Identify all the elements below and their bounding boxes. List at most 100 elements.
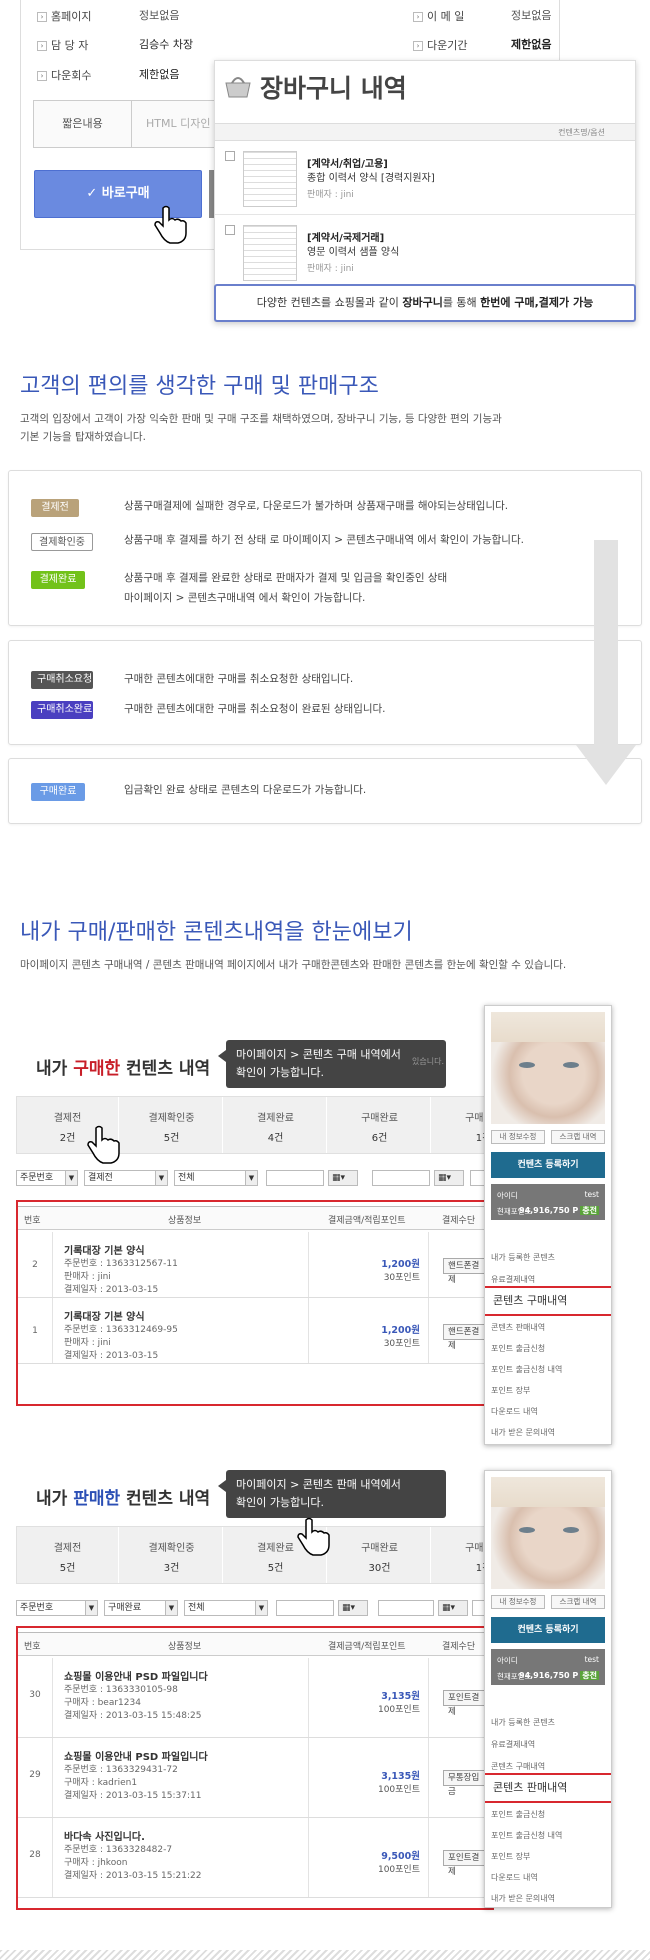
calendar-icon[interactable]: ▦▾ [434, 1170, 464, 1186]
payment-status-box: 결제전 상품구매결제에 실패한 경우로, 다운로드가 불가하며 상품재구매를 해… [8, 470, 642, 626]
purchase-table: 번호 상품정보 결제금액/적립포인트 결제수단 2 기록대장 기본 양식 주문번… [16, 1200, 494, 1406]
cart-item-category: [계약서/국제거래] [307, 233, 385, 244]
register-content-button[interactable]: 컨텐츠 등록하기 [491, 1152, 605, 1178]
profile-photo [491, 1012, 605, 1124]
table-row[interactable]: 30 쇼핑몰 이용안내 PSD 파일입니다 주문번호 : 1363330105-… [18, 1658, 492, 1738]
sidebar-menu-item[interactable]: 유료결제내역 [491, 1739, 535, 1750]
status-badge: 구매취소요청 [31, 671, 93, 689]
status-badge: 결제전 [31, 499, 79, 517]
hand-cursor-icon [154, 205, 187, 244]
sidebar-menu-item[interactable]: 포인트 장부 [491, 1385, 530, 1396]
bullet-icon: › [413, 12, 423, 22]
date-to-input[interactable] [378, 1600, 434, 1616]
scrap-button[interactable]: 스크랩 내역 [551, 1595, 605, 1609]
status-badge: 구매취소완료 [31, 701, 93, 719]
chevron-down-icon: ▼ [65, 1171, 77, 1185]
panel-title: 내가 판매한 컨텐츠 내역 [36, 1489, 211, 1509]
stat-confirming[interactable]: 결제확인중 3건 [121, 1527, 223, 1583]
mypage-sidebar: 내 정보수정 스크랩 내역 컨텐츠 등록하기 아이디 test 현재포인트 94,9… [484, 1005, 612, 1445]
homepage-label: › 홈페이지 [37, 8, 91, 24]
flow-arrow-head [576, 745, 636, 785]
table-row[interactable]: 2 기록대장 기본 양식 주문번호 : 1363312567-11 판매자 : … [18, 1232, 492, 1298]
stat-paid[interactable]: 결제완료 4건 [225, 1097, 327, 1153]
type-select[interactable]: 전체 ▼ [174, 1170, 258, 1186]
chevron-down-icon: ▼ [255, 1601, 267, 1615]
sidebar-menu-item[interactable]: 내가 등록한 콘텐츠 [491, 1252, 555, 1263]
order-no-select[interactable]: 주문번호 ▼ [16, 1600, 98, 1616]
charge-button[interactable]: 충전 [580, 1206, 599, 1215]
stat-purchase-complete[interactable]: 구매완료 6건 [329, 1097, 431, 1153]
cart-item-seller: 판매자 : jini [307, 190, 354, 200]
section-desc-line1: 고객의 입장에서 고객이 가장 익숙한 판매 및 구매 구조를 채택하였으며, … [20, 413, 502, 425]
table-header: 번호 상품정보 결제금액/적립포인트 결제수단 [18, 1206, 492, 1230]
sidebar-menu-item-sales[interactable]: 콘텐츠 판매내역 [485, 1773, 611, 1803]
status-desc: 입금확인 완료 상태로 콘텐츠의 다운로드가 가능합니다. [124, 784, 367, 796]
cart-item-seller: 판매자 : jini [307, 264, 354, 274]
table-row[interactable]: 28 바다속 사진입니다. 주문번호 : 1363328482-7 구매자 : … [18, 1818, 492, 1898]
email-value: 정보없음 [511, 9, 552, 22]
cart-item-checkbox[interactable] [225, 151, 235, 161]
order-no-select[interactable]: 주문번호 ▼ [16, 1170, 78, 1186]
email-label: › 이 메 일 [413, 8, 464, 24]
sidebar-menu-item[interactable]: 포인트 장부 [491, 1851, 530, 1862]
cart-item-checkbox[interactable] [225, 225, 235, 235]
edit-profile-button[interactable]: 내 정보수정 [491, 1595, 545, 1609]
sidebar-menu-item-purchase[interactable]: 콘텐츠 구매내역 [485, 1286, 611, 1316]
sidebar-menu-item[interactable]: 다운로드 내역 [491, 1406, 538, 1417]
document-thumbnail [243, 225, 297, 281]
sidebar-menu-item[interactable]: 내가 등록한 콘텐츠 [491, 1717, 555, 1728]
sidebar-menu-item[interactable]: 다운로드 내역 [491, 1872, 538, 1883]
sidebar-menu-item[interactable]: 내가 받은 문의내역 [491, 1893, 555, 1904]
section-title-structure: 고객의 편의를 생각한 구매 및 판매구조 [20, 374, 379, 399]
account-box: 아이디 test 현재포인트 94,916,750 P 충전 [491, 1184, 605, 1220]
status-select[interactable]: 구매완료 ▼ [104, 1600, 178, 1616]
stat-purchase-complete[interactable]: 구매완료 30건 [329, 1527, 431, 1583]
cart-item-category: [계약서/취업/고용] [307, 159, 388, 170]
scrap-button[interactable]: 스크랩 내역 [551, 1130, 605, 1144]
table-row[interactable]: 29 쇼핑몰 이용안내 PSD 파일입니다 주문번호 : 1363329431-… [18, 1738, 492, 1818]
date-from-input[interactable] [276, 1600, 334, 1616]
chevron-down-icon: ▼ [155, 1171, 167, 1185]
sidebar-menu-item[interactable]: 포인트 출금신청 [491, 1343, 545, 1354]
edit-profile-button[interactable]: 내 정보수정 [491, 1130, 545, 1144]
download-count-value: 제한없음 [139, 68, 180, 81]
sidebar-menu-item[interactable]: 포인트 출금신청 [491, 1809, 545, 1820]
page: › 홈페이지 정보없음 › 이 메 일 정보없음 › 담 당 자 김승수 차장 › 다운… [0, 0, 650, 1960]
status-select[interactable]: 결제전 ▼ [84, 1170, 168, 1186]
cart-column-header: 컨텐츠명/옵션 [215, 123, 635, 141]
bullet-icon: › [413, 41, 423, 51]
cart-item: [계약서/국제거래] 영문 이력서 샘플 양식 판매자 : jini [215, 217, 635, 289]
calendar-icon[interactable]: ▦▾ [438, 1600, 468, 1616]
bottom-divider [0, 1950, 650, 1960]
download-period-label: › 다운기간 [413, 37, 467, 53]
table-row[interactable]: 1 기록대장 기본 양식 주문번호 : 1363312469-95 판매자 : … [18, 1298, 492, 1364]
sidebar-menu-item[interactable]: 포인트 출금신청 내역 [491, 1364, 562, 1375]
mypage-sidebar: 내 정보수정 스크랩 내역 컨텐츠 등록하기 아이디 test 현재포인트 94,9… [484, 1470, 612, 1908]
cart-item-name: 영문 이력서 샘플 양식 [307, 247, 400, 258]
filter-bar: 주문번호 ▼ 결제전 ▼ 전체 ▼ ▦▾ ▦▾ [16, 1170, 500, 1190]
profile-photo [491, 1477, 605, 1589]
sidebar-menu-item[interactable]: 콘텐츠 판매내역 [491, 1322, 545, 1333]
manager-value: 김승수 차장 [139, 38, 194, 51]
homepage-value: 정보없음 [139, 9, 180, 22]
date-to-input[interactable] [372, 1170, 430, 1186]
stat-confirming[interactable]: 결제확인중 5건 [121, 1097, 223, 1153]
calendar-icon[interactable]: ▦▾ [328, 1170, 358, 1186]
cart-item: [계약서/취업/고용] 종합 이력서 양식 [경력지원자] 판매자 : jini [215, 143, 635, 215]
charge-button[interactable]: 충전 [580, 1671, 599, 1680]
type-select[interactable]: 전체 ▼ [184, 1600, 268, 1616]
sidebar-menu-item[interactable]: 포인트 출금신청 내역 [491, 1830, 562, 1841]
sidebar-menu-item[interactable]: 콘텐츠 구매내역 [491, 1761, 545, 1772]
status-badge: 결제확인중 [31, 533, 93, 551]
date-from-input[interactable] [266, 1170, 324, 1186]
register-content-button[interactable]: 컨텐츠 등록하기 [491, 1617, 605, 1643]
status-badge: 구매완료 [31, 783, 85, 801]
section-title-history: 내가 구매/판매한 콘텐츠내역을 한눈에보기 [20, 920, 413, 945]
sidebar-menu-item[interactable]: 유료결제내역 [491, 1274, 535, 1285]
calendar-icon[interactable]: ▦▾ [338, 1600, 368, 1616]
flow-arrow [594, 540, 618, 745]
account-box: 아이디 test 현재포인트 94,916,750 P 충전 [491, 1649, 605, 1685]
cart-popup: 장바구니 내역 컨텐츠명/옵션 [계약서/취업/고용] 종합 이력서 양식 [경… [214, 60, 636, 322]
sidebar-menu-item[interactable]: 내가 받은 문의내역 [491, 1427, 555, 1438]
stat-before-payment[interactable]: 결제전 5건 [17, 1527, 119, 1583]
